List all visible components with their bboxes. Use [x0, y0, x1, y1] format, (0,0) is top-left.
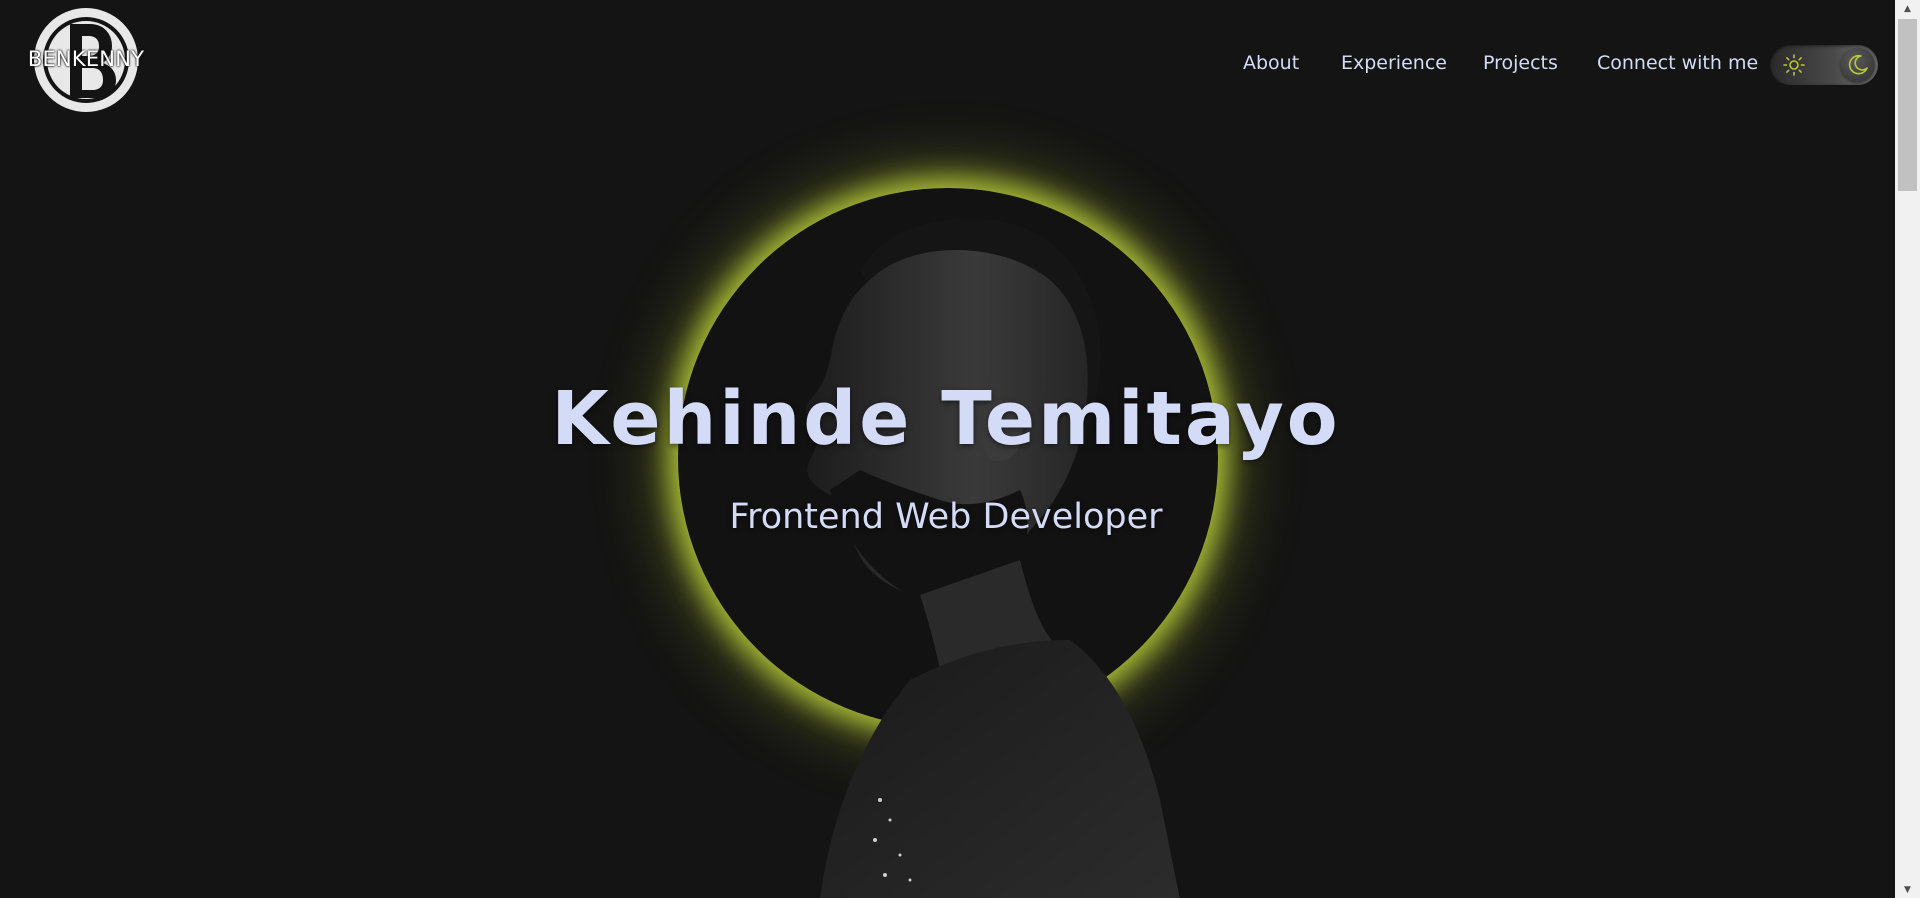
hero-name-heading: Kehinde Temitayo: [551, 376, 1341, 462]
page: BENKENNY About Experience Projects Conne…: [0, 0, 1920, 898]
hero-role-subheading: Frontend Web Developer: [729, 497, 1163, 537]
nav-projects-link[interactable]: Projects: [1483, 52, 1558, 74]
vertical-scrollbar[interactable]: ▲ ▼: [1895, 0, 1920, 898]
moon-icon: [1848, 54, 1868, 75]
scroll-up-arrow-icon[interactable]: ▲: [1895, 0, 1920, 17]
toggle-knob[interactable]: [1841, 48, 1875, 82]
nav-connect-link[interactable]: Connect with me: [1597, 52, 1758, 74]
portrait-image: [805, 218, 1180, 898]
nav-experience-link[interactable]: Experience: [1341, 52, 1447, 74]
scroll-down-arrow-icon[interactable]: ▼: [1895, 881, 1920, 898]
theme-toggle[interactable]: [1770, 45, 1878, 85]
logo-text: BENKENNY: [27, 47, 145, 71]
scroll-thumb[interactable]: [1898, 19, 1917, 191]
sun-icon: [1783, 54, 1805, 76]
site-logo[interactable]: BENKENNY: [22, 6, 150, 114]
nav-about-link[interactable]: About: [1243, 52, 1299, 74]
